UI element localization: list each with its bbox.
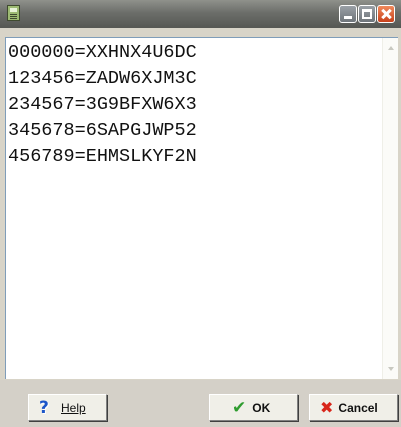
help-icon: ? bbox=[39, 397, 49, 418]
help-button[interactable]: ? Help bbox=[28, 394, 107, 421]
ok-button-label: OK bbox=[252, 400, 271, 415]
cancel-button-label: Cancel bbox=[338, 400, 378, 415]
app-icon[interactable] bbox=[7, 5, 20, 21]
checkmark-icon: ✔ bbox=[232, 397, 247, 418]
text-line: 000000=XXHNX4U6DC bbox=[8, 42, 197, 63]
button-bar: ? Help ✔ OK ✖ Cancel bbox=[0, 380, 401, 427]
ok-button[interactable]: ✔ OK bbox=[209, 394, 298, 421]
vertical-scrollbar[interactable] bbox=[382, 38, 398, 379]
cancel-button[interactable]: ✖ Cancel bbox=[309, 394, 398, 421]
maximize-button[interactable] bbox=[358, 5, 376, 23]
text-line: 123456=ZADW6XJM3C bbox=[8, 68, 197, 89]
text-lines: 000000=XXHNX4U6DC 123456=ZADW6XJM3C 2345… bbox=[8, 40, 376, 170]
text-line: 234567=3G9BFXW6X3 bbox=[8, 94, 197, 115]
title-bar[interactable] bbox=[0, 0, 401, 28]
minimize-button[interactable] bbox=[339, 5, 357, 23]
dialog-window: 000000=XXHNX4U6DC 123456=ZADW6XJM3C 2345… bbox=[0, 0, 401, 427]
scroll-down-icon[interactable] bbox=[388, 367, 394, 371]
scroll-up-icon[interactable] bbox=[388, 46, 394, 50]
help-button-label: Help bbox=[61, 400, 86, 415]
text-line: 345678=6SAPGJWP52 bbox=[8, 120, 197, 141]
code-list-textarea[interactable]: 000000=XXHNX4U6DC 123456=ZADW6XJM3C 2345… bbox=[5, 37, 398, 379]
close-button[interactable] bbox=[377, 5, 395, 23]
x-icon: ✖ bbox=[320, 398, 334, 417]
text-line: 456789=EHMSLKYF2N bbox=[8, 146, 197, 167]
